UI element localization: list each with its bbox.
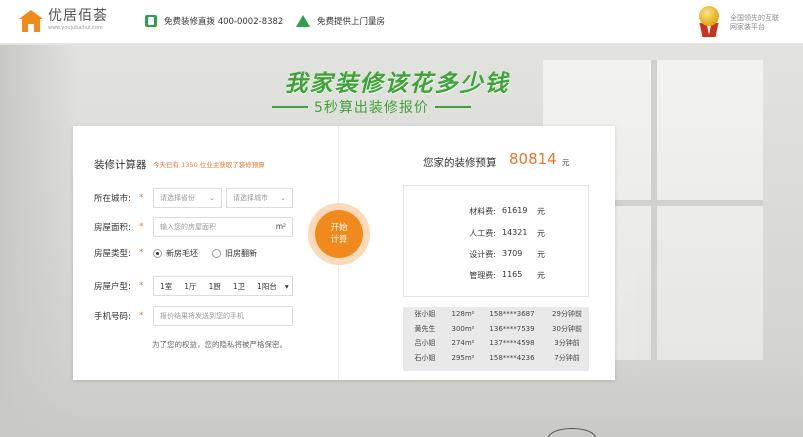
city-label: 所在城市:	[94, 194, 131, 204]
phone-input[interactable]: 报价结果将发送到您的手机	[153, 306, 293, 326]
medal-icon	[695, 6, 723, 38]
radio-unchecked-icon	[212, 248, 221, 258]
today-count: 1350	[181, 161, 198, 169]
free-measure: 免费提供上门量房	[296, 15, 385, 27]
house-logo-icon	[19, 9, 43, 32]
logo-name: 优居佰荟	[48, 8, 108, 24]
list-item: 石小姐 295m² 158****4236 7分钟前	[414, 353, 580, 362]
list-item: 黄先生 300m² 136****7539 30分钟前	[414, 324, 582, 333]
hotline-text: 免费装修直拨 400-0002-8382	[164, 17, 284, 27]
layout-row: 房屋户型: * 1室 1厅 1厨 1卫 1阳台 ▾	[94, 276, 293, 296]
area-input[interactable]: 输入您的房屋面积 m²	[153, 217, 293, 237]
budget-value: 80814	[509, 150, 557, 168]
measure-icon	[296, 15, 310, 27]
calculator-card: 装修计算器 今天已有 1350 位业主获取了装修预算 所在城市: * 请选择省份…	[73, 126, 615, 380]
cost-breakdown: 材料费: 61619 元 人工费: 14321 元 设计费: 3709 元 管理…	[403, 185, 589, 297]
layout-hall[interactable]: 1厅	[178, 281, 202, 292]
phone-icon	[145, 15, 157, 27]
calculator-title: 装修计算器	[94, 159, 147, 171]
layout-room[interactable]: 1室	[154, 281, 178, 292]
layout-label: 房屋户型:	[94, 282, 131, 292]
site-logo[interactable]: 优居佰荟 www.youjubaihui.com	[19, 9, 108, 32]
subtitle-line-left	[272, 106, 308, 108]
type-row: 房屋类型: * 新房毛坯 旧房翻新	[94, 248, 257, 259]
logo-url: www.youjubaihui.com	[48, 25, 103, 31]
layout-bath[interactable]: 1卫	[227, 281, 251, 292]
page-title: 我家装修该花多少钱	[284, 71, 510, 97]
list-item: 张小姐 128m² 158****3687 29分钟前	[414, 310, 582, 319]
area-unit: m²	[275, 222, 286, 231]
province-select[interactable]: 请选择省份 ⌄	[153, 188, 222, 208]
subtitle-line-right	[434, 106, 471, 108]
top-header: 优居佰荟 www.youjubaihui.com 免费装修直拨 400-0002…	[0, 0, 803, 44]
free-measure-text: 免费提供上门量房	[317, 17, 386, 27]
page-subtitle: 5秒算出装修报价	[272, 97, 471, 117]
type-label: 房屋类型:	[94, 249, 131, 259]
chevron-down-icon: ⌄	[209, 194, 215, 202]
privacy-note: 为了您的权益，您的隐私将被严格保密。	[152, 340, 287, 349]
today-count-text: 今天已有 1350 位业主获取了装修预算	[153, 161, 265, 169]
hotline: 免费装修直拨 400-0002-8382	[145, 15, 283, 27]
chevron-down-icon: ▾	[284, 281, 289, 291]
recent-quotes-list: 张小姐 128m² 158****3687 29分钟前 黄先生 300m² 136**…	[403, 307, 589, 371]
start-calc-button[interactable]: 开始 计算	[308, 203, 370, 265]
subtitle-text: 5秒算出装修报价	[314, 100, 429, 116]
radio-checked-icon	[153, 248, 162, 258]
budget-unit: 元	[562, 158, 570, 167]
radio-new-house[interactable]: 新房毛坯	[153, 248, 198, 259]
city-row: 所在城市: * 请选择省份 ⌄ 请选择城市 ⌄	[94, 188, 293, 208]
phone-row: 手机号码: * 报价结果将发送到您的手机	[94, 306, 293, 326]
list-item: 吕小姐 274m² 137****4598 3分钟前	[414, 339, 580, 348]
required-mark: *	[139, 193, 144, 203]
radio-renovation[interactable]: 旧房翻新	[212, 248, 257, 259]
layout-kitchen[interactable]: 1厨	[203, 281, 227, 292]
budget-label: 您家的装修预算	[423, 157, 497, 169]
header-slogan: 全国领先的互联网家装平台	[730, 14, 779, 31]
area-label: 房屋面积:	[94, 223, 131, 233]
city-select[interactable]: 请选择城市 ⌄	[226, 188, 293, 208]
phone-label: 手机号码:	[94, 312, 131, 322]
chevron-down-icon: ⌄	[280, 194, 286, 202]
layout-balcony[interactable]: 1阳台	[251, 281, 283, 292]
layout-selector[interactable]: 1室 1厅 1厨 1卫 1阳台 ▾	[153, 276, 293, 296]
area-row: 房屋面积: * 输入您的房屋面积 m²	[94, 217, 293, 237]
